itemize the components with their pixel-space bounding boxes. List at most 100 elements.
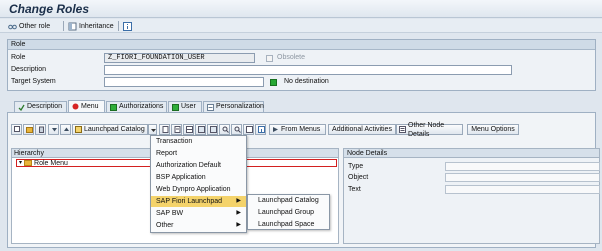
tab-personalization-label: Personalization [216,103,264,110]
obsolete-label: Obsolete [277,54,306,61]
inheritance-icon [68,22,77,31]
menu-item-label: SAP Fiori Launchpad [156,198,223,205]
folder-button[interactable] [23,124,34,135]
node-button[interactable] [243,124,254,135]
submenu-item-launchpad-catalog[interactable]: Launchpad Catalog [248,195,329,206]
inheritance-label: Inheritance [79,22,114,30]
tab-menu[interactable]: Menu [68,100,105,112]
node-details-panel: Node Details Type Object Text [343,148,600,244]
other-role-label: Other role [19,22,51,30]
launchpad-catalog-dropdown[interactable] [148,124,157,135]
tab-authorizations-label: Authorizations [119,103,164,110]
tab-description-label: Description [27,103,63,110]
green-status-icon [270,79,277,86]
table-icon [186,126,193,133]
menu-item-sap-bw[interactable]: SAP BW ▶ [151,208,246,219]
tab-personalization[interactable]: Personalization [203,101,264,112]
collapse-icon [210,126,217,133]
launchpad-catalog-label: Launchpad Catalog [84,126,145,133]
folder-icon [24,160,33,166]
expand-node-icon[interactable]: ▾ [19,160,22,167]
menu-item-bsp-application[interactable]: BSP Application [151,172,246,183]
details-icon [399,126,406,133]
menu-item-report[interactable]: Report [151,148,246,159]
search-icon [222,126,229,133]
description-field[interactable] [104,65,512,75]
menu-item-label: Other [156,222,174,229]
submenu-arrow-icon: ▶ [236,198,241,204]
submenu-arrow-icon: ▶ [236,210,241,216]
collapse-button[interactable] [207,124,218,135]
move-up-button[interactable] [60,124,71,135]
menu-item-label: Web Dynpro Application [156,186,231,193]
info-icon [123,21,132,31]
target-system-label: Target System [11,78,56,85]
toolbar-separator [118,21,119,31]
find-next-button[interactable] [231,124,242,135]
menu-item-authorization-default[interactable]: Authorization Default [151,160,246,171]
from-menus-label: From Menus [281,126,321,133]
menu-item-sap-fiori-launchpad[interactable]: SAP Fiori Launchpad ▶ [151,196,246,207]
submenu-item-launchpad-group[interactable]: Launchpad Group [248,207,329,218]
from-menus-button[interactable]: From Menus [269,124,326,135]
folder-icon [26,126,33,133]
tab-user-label: User [181,103,196,110]
green-square-icon [110,103,117,111]
role-field[interactable]: Z_FIORI_FOUNDATION_USER [104,53,255,63]
type-label: Type [348,163,364,170]
role-section-header: Role [8,40,595,50]
other-node-details-button[interactable]: Other Node Details [396,122,463,138]
glasses-icon [8,22,17,31]
copy-icon [14,126,21,133]
menu-item-web-dynpro-application[interactable]: Web Dynpro Application [151,184,246,195]
document-edit-button[interactable] [171,124,182,135]
type-field [445,162,600,171]
tab-description[interactable]: Description [14,101,67,112]
expand-icon [198,126,205,133]
document-button[interactable] [159,124,170,135]
find-button[interactable] [219,124,230,135]
arrow-up-icon [63,126,70,133]
green-square-icon [172,103,179,111]
node-details-header: Node Details [344,149,599,158]
additional-activities-button[interactable]: Additional Activities [328,124,396,135]
tab-user[interactable]: User [168,101,202,112]
application-toolbar: Other role Inheritance [0,19,602,33]
destination-status-text: No destination [284,78,329,85]
window-title: Change Roles [9,2,90,16]
insert-node-menu: Transaction Report Authorization Default… [150,135,247,233]
other-role-button[interactable]: Other role [8,21,50,31]
expand-button[interactable] [195,124,206,135]
menu-item-transaction[interactable]: Transaction [151,136,246,147]
title-bar: Change Roles [0,0,602,18]
personalization-icon [207,103,214,111]
info-button-2[interactable] [255,124,266,135]
target-system-field[interactable] [104,77,264,87]
move-down-button[interactable] [48,124,59,135]
chevron-down-icon [151,126,156,133]
obsolete-checkbox[interactable] [266,55,273,62]
submenu-item-label: Launchpad Space [258,221,315,228]
document-icon [162,126,169,133]
arrow-down-icon [51,126,58,133]
text-label: Text [348,186,361,193]
role-groupbox: Role Role Z_FIORI_FOUNDATION_USER Obsole… [7,39,596,91]
copy-button[interactable] [11,124,22,135]
search-next-icon [234,126,241,133]
delete-button[interactable] [35,124,46,135]
submenu-arrow-icon: ▶ [236,222,241,228]
submenu-item-launchpad-space[interactable]: Launchpad Space [248,219,329,230]
menu-item-other[interactable]: Other ▶ [151,220,246,231]
info-button[interactable] [123,21,132,31]
description-label: Description [11,66,47,73]
arrow-right-icon [272,126,279,133]
submenu-item-label: Launchpad Catalog [258,197,319,204]
table-button[interactable] [183,124,194,135]
launchpad-catalog-button[interactable]: Launchpad Catalog [72,124,148,135]
inheritance-button[interactable]: Inheritance [68,21,114,31]
info-icon [258,126,265,133]
delete-icon [38,126,45,133]
menu-options-button[interactable]: Menu Options [467,124,519,135]
tab-authorizations[interactable]: Authorizations [106,101,167,112]
role-label: Role [11,54,26,61]
